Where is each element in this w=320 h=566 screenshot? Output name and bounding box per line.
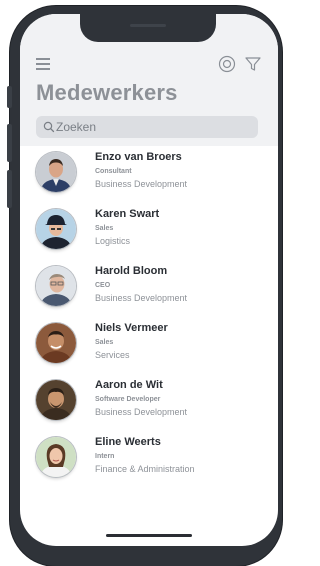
employee-department: Services xyxy=(95,350,130,360)
employee-role: Sales xyxy=(95,339,114,346)
speaker-grille xyxy=(130,24,166,27)
search-input[interactable] xyxy=(56,118,252,136)
device-notch xyxy=(80,14,216,42)
volume-down-button xyxy=(7,170,12,208)
employee-role: Intern xyxy=(95,453,115,460)
app-screen: Medewerkers Enzo van Bro xyxy=(20,14,278,546)
avatar xyxy=(36,323,76,363)
list-item[interactable]: Enzo van Broers Consultant Business Deve… xyxy=(20,146,278,202)
avatar xyxy=(36,437,76,477)
employee-name: Niels Vermeer xyxy=(95,322,168,334)
avatar xyxy=(36,380,76,420)
employee-department: Finance & Administration xyxy=(95,464,195,474)
list-item[interactable]: Karen Swart Sales Logistics xyxy=(20,203,278,259)
employee-department: Business Development xyxy=(95,293,188,303)
home-indicator[interactable] xyxy=(106,534,192,537)
employee-name: Harold Bloom xyxy=(95,265,168,277)
employee-role: Consultant xyxy=(95,168,132,175)
avatar xyxy=(36,266,76,306)
mute-switch xyxy=(7,86,12,108)
list-item[interactable]: Aaron de Wit Software Developer Business… xyxy=(20,374,278,430)
volume-up-button xyxy=(7,124,12,162)
employee-department: Business Development xyxy=(95,407,188,417)
search-icon xyxy=(42,120,56,134)
list-item[interactable]: Eline Weerts Intern Finance & Administra… xyxy=(20,431,278,487)
employee-name: Aaron de Wit xyxy=(95,379,163,391)
avatar xyxy=(36,209,76,249)
list-item[interactable]: Niels Vermeer Sales Services xyxy=(20,317,278,373)
employee-role: CEO xyxy=(95,282,111,289)
settings-circle-icon[interactable] xyxy=(218,55,236,73)
hamburger-menu-icon[interactable] xyxy=(36,58,50,70)
employee-department: Logistics xyxy=(95,236,131,246)
employee-department: Business Development xyxy=(95,179,188,189)
employee-name: Karen Swart xyxy=(95,208,160,220)
search-bar[interactable] xyxy=(36,116,258,138)
employee-name: Enzo van Broers xyxy=(95,151,182,163)
list-item[interactable]: Harold Bloom CEO Business Development xyxy=(20,260,278,316)
filter-funnel-icon[interactable] xyxy=(244,55,262,73)
employee-role: Sales xyxy=(95,225,114,232)
employee-role: Software Developer xyxy=(95,396,161,403)
avatar xyxy=(36,152,76,192)
page-title: Medewerkers xyxy=(36,80,178,105)
employee-name: Eline Weerts xyxy=(95,436,161,448)
